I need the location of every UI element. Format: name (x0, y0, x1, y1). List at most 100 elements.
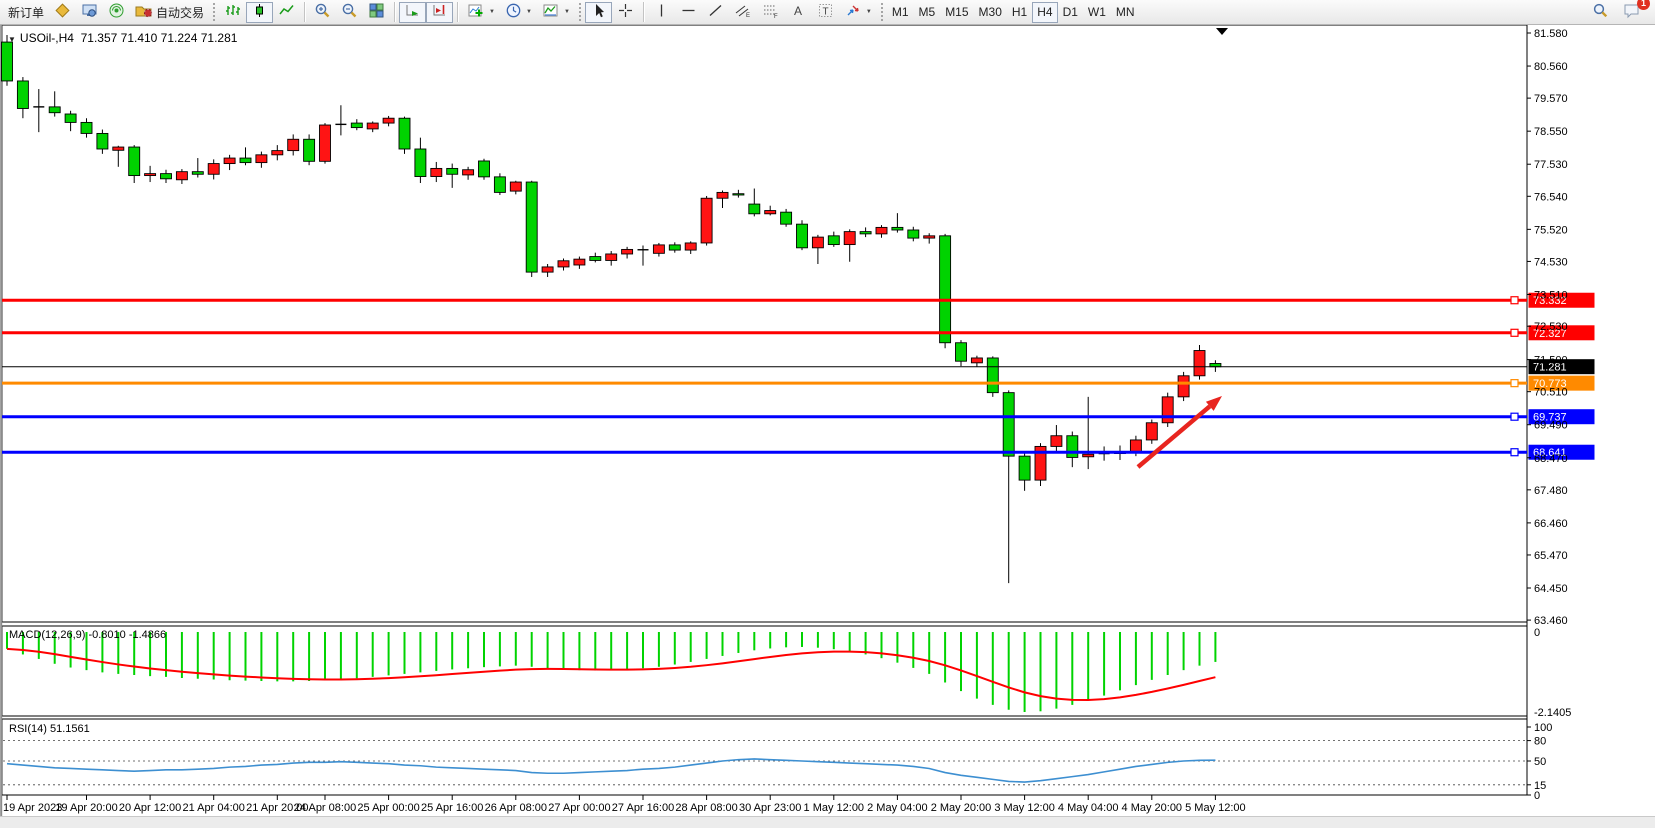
collapse-triangle-icon[interactable]: ▼ (8, 35, 16, 44)
svg-text:70.510: 70.510 (1534, 387, 1568, 399)
main-pane (2, 25, 1527, 622)
templates-button[interactable]: ▼ (537, 2, 575, 23)
svg-text:80: 80 (1534, 736, 1546, 748)
tab-timeframe-M30[interactable]: M30 (974, 2, 1007, 23)
tab-timeframe-MN[interactable]: MN (1111, 2, 1140, 23)
svg-text:67.480: 67.480 (1534, 485, 1568, 497)
candlestick-chart-button[interactable] (246, 2, 273, 23)
tab-timeframe-D1[interactable]: D1 (1058, 2, 1083, 23)
auto-trading-label: 自动交易 (156, 4, 204, 21)
svg-text:66.460: 66.460 (1534, 518, 1568, 530)
svg-text:A: A (794, 4, 802, 18)
svg-text:64.450: 64.450 (1534, 583, 1568, 595)
svg-text:25 Apr 16:00: 25 Apr 16:00 (421, 802, 483, 814)
crosshair-icon (617, 2, 634, 22)
auto-trading-button[interactable]: 自动交易 (130, 2, 209, 23)
arrows-icon (844, 2, 862, 22)
svg-text:81.580: 81.580 (1534, 28, 1568, 40)
chart-title: ▼USOil-,H4 71.357 71.410 71.224 71.281 (8, 31, 237, 45)
macd-indicator-label: MACD(12,26,9) -0.8010 -1.4866 (9, 629, 166, 641)
svg-text:F: F (774, 14, 778, 19)
vertical-line-icon (653, 2, 670, 22)
tab-timeframe-M5[interactable]: M5 (914, 2, 941, 23)
tab-timeframe-H1[interactable]: H1 (1007, 2, 1032, 23)
svg-text:1 May 12:00: 1 May 12:00 (804, 802, 865, 814)
trendline-icon (707, 2, 724, 22)
text-tool-button[interactable]: A (785, 2, 812, 23)
svg-text:79.570: 79.570 (1534, 93, 1568, 105)
toolbar-grip[interactable] (880, 2, 884, 22)
tab-timeframe-M1[interactable]: M1 (887, 2, 914, 23)
svg-text:68.470: 68.470 (1534, 453, 1568, 465)
new-order-button[interactable]: 新订单 (3, 2, 49, 23)
equidistant-channel-icon: E (734, 2, 752, 22)
svg-text:72.530: 72.530 (1534, 321, 1568, 333)
templates-icon (542, 2, 560, 22)
rsi-pane (2, 719, 1527, 795)
rsi-indicator-label: RSI(14) 51.1561 (9, 723, 90, 735)
zoom-out-button[interactable] (336, 2, 363, 23)
svg-text:76.540: 76.540 (1534, 191, 1568, 203)
notification-badge[interactable]: 1 (1637, 0, 1650, 10)
svg-text:65.470: 65.470 (1534, 550, 1568, 562)
auto-trading-icon (135, 2, 153, 22)
line-chart-button[interactable] (273, 2, 300, 23)
svg-text:21 Apr 04:00: 21 Apr 04:00 (183, 802, 245, 814)
svg-text:77.530: 77.530 (1534, 159, 1568, 171)
cursor-icon (590, 2, 607, 22)
svg-text:78.550: 78.550 (1534, 126, 1568, 138)
chart-window[interactable]: 73.33272.32771.28170.77369.73768.64181.5… (0, 25, 1655, 828)
chevron-down-icon: ▼ (526, 9, 532, 15)
zoom-in-button[interactable] (309, 2, 336, 23)
chart-shift-button[interactable] (426, 2, 453, 23)
trendline-tool-button[interactable] (702, 2, 729, 23)
bar-chart-button[interactable] (219, 2, 246, 23)
vertical-line-tool-button[interactable] (648, 2, 675, 23)
cursor-tool-button[interactable] (585, 2, 612, 23)
periods-button[interactable]: ▼ (500, 2, 537, 23)
svg-text:25 Apr 00:00: 25 Apr 00:00 (357, 802, 419, 814)
terminal-button[interactable] (76, 2, 103, 23)
auto-scroll-icon (404, 2, 421, 22)
toolbar-grip[interactable] (212, 2, 216, 22)
svg-text:74.530: 74.530 (1534, 256, 1568, 268)
tab-timeframe-W1[interactable]: W1 (1083, 2, 1111, 23)
auto-scroll-button[interactable] (399, 2, 426, 23)
svg-text:26 Apr 08:00: 26 Apr 08:00 (485, 802, 547, 814)
fibonacci-tool-button[interactable]: F (757, 2, 785, 23)
toolbar-grip[interactable] (578, 2, 582, 22)
svg-text:27 Apr 00:00: 27 Apr 00:00 (548, 802, 610, 814)
line-chart-icon (278, 2, 295, 22)
svg-text:2 May 04:00: 2 May 04:00 (867, 802, 928, 814)
tab-timeframe-H4[interactable]: H4 (1032, 2, 1057, 23)
svg-text:71.500: 71.500 (1534, 355, 1568, 367)
crosshair-tool-button[interactable] (612, 2, 639, 23)
chart-shift-icon (431, 2, 448, 22)
svg-text:30 Apr 23:00: 30 Apr 23:00 (739, 802, 801, 814)
svg-text:69.490: 69.490 (1534, 420, 1568, 432)
svg-text:27 Apr 16:00: 27 Apr 16:00 (612, 802, 674, 814)
svg-text:0: 0 (1534, 627, 1540, 639)
svg-text:0: 0 (1534, 790, 1540, 802)
tile-windows-button[interactable] (363, 2, 390, 23)
signal-button[interactable] (103, 2, 130, 23)
timeframe-group: M1M5M15M30H1H4D1W1MN (887, 2, 1140, 23)
arrows-tool-button[interactable]: ▼ (839, 2, 877, 23)
tab-timeframe-M15[interactable]: M15 (940, 2, 973, 23)
indicators-button[interactable]: ▼ (462, 2, 500, 23)
gold-diamond-icon (54, 2, 71, 22)
horizontal-line-tool-button[interactable] (675, 2, 702, 23)
chart-ohlc-values: 71.357 71.410 71.224 71.281 (81, 31, 238, 45)
fibonacci-icon: F (762, 2, 780, 22)
market-watch-button[interactable] (49, 2, 76, 23)
zoom-out-icon (341, 2, 358, 22)
svg-text:20 Apr 12:00: 20 Apr 12:00 (119, 802, 181, 814)
chevron-down-icon: ▼ (866, 9, 872, 15)
channel-tool-button[interactable]: E (729, 2, 757, 23)
svg-text:24 Apr 08:00: 24 Apr 08:00 (294, 802, 356, 814)
price-chart-canvas[interactable]: 73.33272.32771.28170.77369.73768.64181.5… (0, 25, 1655, 828)
text-label-tool-button[interactable]: T (812, 2, 839, 23)
search-button[interactable] (1587, 2, 1614, 23)
text-label-icon: T (817, 2, 834, 22)
svg-text:3 May 12:00: 3 May 12:00 (994, 802, 1055, 814)
